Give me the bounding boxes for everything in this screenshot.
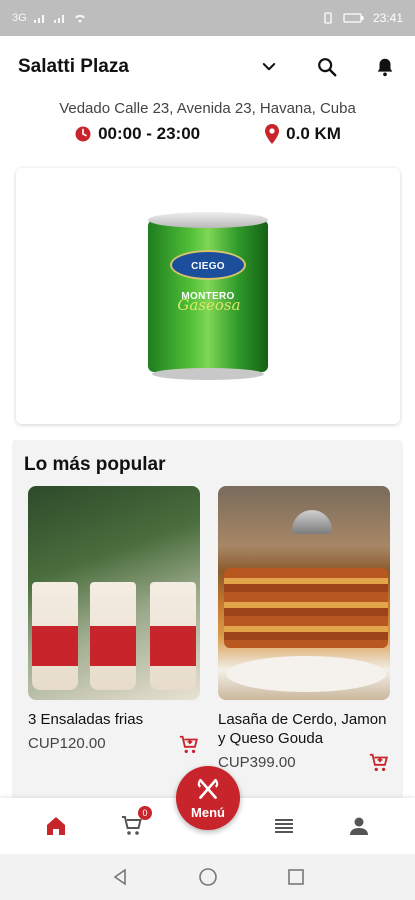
header-actions [257,55,397,79]
home-circle-icon [198,868,217,886]
can-brand-logo: CIEGO MONTERO [170,250,246,302]
can-bottom [152,368,264,380]
fab-label: Menú [191,804,225,820]
clock-icon [75,126,91,142]
service-bell [292,510,332,534]
cart-count-badge: 0 [138,806,152,820]
home-icon [47,817,65,835]
promo-banner[interactable]: CIEGO MONTERO Gaseosa [16,168,400,424]
bell-icon[interactable] [373,55,397,79]
location-pin-icon [265,124,280,144]
product-name: 3 Ensaladas frias [28,711,144,728]
status-left: 3G [12,12,87,24]
opening-hours: 00:00 - 23:00 [74,124,200,144]
nav-cart[interactable]: 0 [118,806,152,840]
product-image [28,486,200,700]
menu-fab-button[interactable]: Menú [176,766,240,830]
product-name: Lasaña de Cerdo, Jamon y Queso Gouda [218,711,387,747]
back-triangle-icon [113,868,126,886]
store-name: Salatti Plaza [18,56,129,77]
battery-icon [343,13,364,23]
nav-profile[interactable] [345,812,373,840]
distance-text: 0.0 KM [286,124,341,143]
cutlery-icon [197,778,219,799]
status-right: 23:41 [321,11,403,25]
salad-cup [150,582,196,690]
store-address: Vedado Calle 23, Avenida 23, Havana, Cub… [59,100,356,117]
list-icon [275,819,293,833]
add-to-cart-icon[interactable] [178,734,200,756]
clock: 23:41 [372,11,403,25]
salad-cup [90,582,136,690]
signal-icon [53,15,64,23]
add-to-cart-icon[interactable] [368,752,390,774]
person-icon [350,817,368,835]
product-card[interactable]: Lasaña de Cerdo, Jamon y Queso Gouda CUP… [218,486,390,774]
hours-text: 00:00 - 23:00 [98,124,201,143]
salad-cup [32,582,78,690]
app-header: Salatti Plaza [0,36,415,98]
recents-square-icon [287,869,304,885]
can-script-text: Gaseosa [177,296,241,314]
product-price: CUP120.00 [28,735,106,752]
wifi-icon [74,14,85,23]
vibrate-icon [324,12,332,24]
search-icon[interactable] [315,55,339,79]
chevron-down-icon[interactable] [257,55,281,79]
product-image [218,486,390,700]
section-title: Lo más popular [24,454,166,475]
nav-home[interactable] [42,812,70,840]
lasagna-slab [224,568,388,648]
plate [226,656,386,692]
signal-icon [33,15,44,23]
can-top [148,212,268,228]
system-nav-bar [0,854,415,900]
network-type: 3G [12,12,27,24]
back-button[interactable] [108,865,132,889]
product-card[interactable]: 3 Ensaladas frias CUP120.00 [28,486,200,754]
store-info-row: 00:00 - 23:00 0.0 KM [0,124,415,144]
product-price: CUP399.00 [218,754,296,771]
nav-list[interactable] [270,812,298,840]
status-bar: 3G 23:41 [0,0,415,36]
soda-can-image: CIEGO MONTERO Gaseosa [148,212,268,380]
recents-button[interactable] [284,865,308,889]
store-distance: 0.0 KM [264,124,341,144]
home-button[interactable] [196,865,220,889]
